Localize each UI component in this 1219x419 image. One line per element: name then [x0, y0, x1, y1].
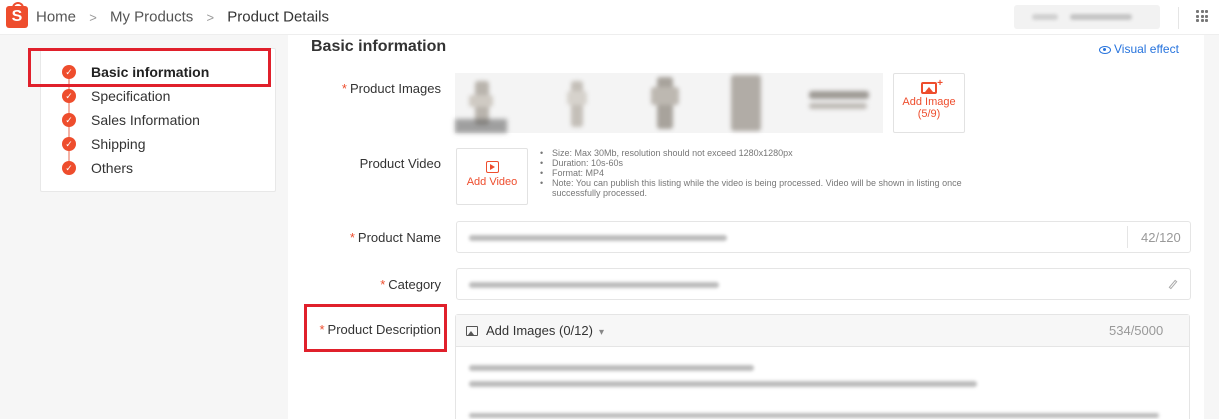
visual-effect-label: Visual effect [1114, 42, 1179, 56]
right-gutter [1204, 35, 1219, 419]
video-note: Size: Max 30Mb, resolution should not ex… [540, 148, 1000, 158]
breadcrumb-separator-icon: > [89, 9, 97, 25]
user-account-menu[interactable] [1014, 5, 1160, 29]
blurred-description-line [469, 365, 754, 371]
blurred-description-line [469, 413, 1159, 418]
step-others[interactable]: ✓ Others [62, 158, 133, 178]
video-play-icon [485, 161, 499, 173]
product-name-label: * Product Name [350, 230, 441, 245]
check-icon: ✓ [62, 89, 76, 103]
product-image-thumb[interactable] [635, 73, 697, 133]
highlight-outline-basic-information [28, 48, 271, 87]
blurred-category-path [469, 282, 719, 288]
check-icon: ✓ [62, 161, 76, 175]
product-image-thumb[interactable] [723, 73, 787, 133]
product-images-strip [455, 73, 883, 133]
add-image-label: Add Image [902, 96, 956, 108]
video-requirements-list: Size: Max 30Mb, resolution should not ex… [540, 148, 1000, 198]
add-image-icon [921, 78, 943, 94]
check-icon: ✓ [62, 113, 76, 127]
section-title: Basic information [311, 38, 447, 55]
required-mark: * [380, 277, 386, 292]
add-video-button[interactable]: Add Video [456, 148, 528, 205]
edit-pencil-icon[interactable] [1168, 279, 1178, 290]
product-images-label-text: Product Images [349, 81, 441, 96]
product-name-counter: 42/120 [1141, 230, 1181, 245]
category-selector[interactable] [456, 268, 1191, 300]
description-toolbar: Add Images (0/12) ▾ 534/5000 [456, 315, 1189, 347]
product-video-label: Product Video [359, 156, 441, 171]
product-name-label-text: Product Name [357, 230, 441, 245]
cover-tag [455, 119, 507, 133]
step-label: Shipping [91, 136, 146, 152]
blurred-product-name [469, 235, 727, 241]
required-mark: * [349, 230, 355, 245]
step-label: Specification [91, 88, 171, 104]
add-video-label: Add Video [466, 176, 518, 188]
description-counter: 534/5000 [1109, 323, 1164, 338]
add-image-button[interactable]: Add Image (5/9) [893, 73, 965, 133]
counter-divider [1127, 226, 1128, 248]
blurred-description-line [469, 381, 977, 387]
product-image-thumb[interactable] [547, 73, 607, 133]
step-shipping[interactable]: ✓ Shipping [62, 134, 146, 154]
product-name-input[interactable]: 42/120 [456, 221, 1191, 253]
header-divider [1178, 7, 1179, 29]
add-images-label: Add Images (0/12) [486, 323, 593, 338]
blurred-username [1070, 14, 1132, 20]
step-specification[interactable]: ✓ Specification [62, 86, 170, 106]
product-image-thumb[interactable] [455, 73, 513, 133]
required-mark: * [341, 81, 347, 96]
breadcrumb: Home > My Products > Product Details [36, 8, 329, 26]
highlight-outline-product-description [304, 304, 447, 352]
image-icon [466, 325, 478, 336]
eye-icon [1099, 45, 1111, 54]
video-note: Duration: 10s-60s [540, 158, 1000, 168]
step-sales-information[interactable]: ✓ Sales Information [62, 110, 200, 130]
shopee-logo-icon[interactable]: S [6, 2, 28, 28]
breadcrumb-current: Product Details [227, 8, 329, 26]
chevron-down-icon: ▾ [598, 327, 604, 338]
visual-effect-link[interactable]: Visual effect [1099, 42, 1179, 56]
video-note: Format: MP4 [540, 168, 1000, 178]
blurred-shop-label [1032, 14, 1058, 20]
add-images-dropdown[interactable]: Add Images (0/12) ▾ [466, 323, 604, 338]
apps-grid-icon[interactable] [1196, 10, 1208, 22]
product-image-thumb[interactable] [805, 73, 875, 133]
breadcrumb-separator-icon: > [206, 9, 215, 25]
breadcrumb-my-products[interactable]: My Products [110, 9, 193, 26]
category-label: * Category [380, 277, 441, 292]
product-images-label: * Product Images [342, 81, 441, 96]
breadcrumb-home[interactable]: Home [36, 9, 76, 26]
step-label: Sales Information [91, 112, 200, 128]
check-icon: ✓ [62, 137, 76, 151]
top-header: S Home > My Products > Product Details [0, 0, 1219, 35]
category-label-text: Category [388, 277, 441, 292]
product-description-editor[interactable]: Add Images (0/12) ▾ 534/5000 [455, 314, 1190, 419]
step-label: Others [91, 160, 134, 176]
video-note: Note: You can publish this listing while… [540, 178, 1000, 198]
image-count: (5/9) [917, 108, 941, 120]
